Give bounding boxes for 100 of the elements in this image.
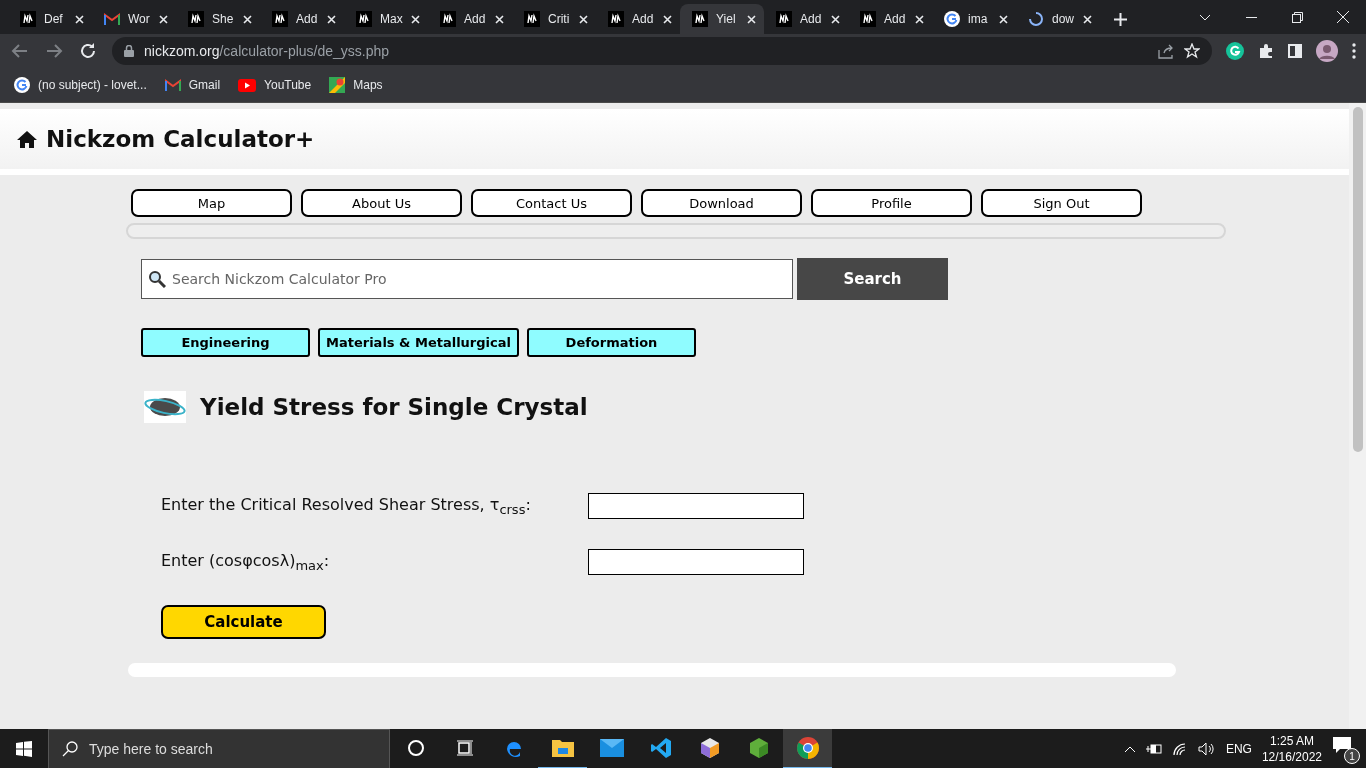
- bookmark-link[interactable]: (no subject) - lovet...: [38, 78, 147, 92]
- browser-tab[interactable]: Add: [260, 4, 344, 34]
- share-icon[interactable]: [1158, 43, 1174, 59]
- calculate-button[interactable]: Calculate: [161, 605, 326, 639]
- browser-tab[interactable]: Add: [428, 4, 512, 34]
- input-field[interactable]: [588, 549, 804, 575]
- notification-icon[interactable]: [1332, 736, 1352, 754]
- site-logo-icon: [608, 11, 624, 27]
- mail-icon[interactable]: [599, 739, 624, 757]
- reload-icon[interactable]: [78, 41, 98, 61]
- site-logo-icon: [272, 11, 288, 27]
- close-icon[interactable]: [915, 14, 924, 24]
- browser-tab[interactable]: Wor: [92, 4, 176, 34]
- browser-tab[interactable]: She: [176, 4, 260, 34]
- wifi-icon[interactable]: [1171, 742, 1188, 756]
- search-button[interactable]: Search: [797, 258, 948, 300]
- taskbar-app[interactable]: [783, 729, 832, 768]
- g-letter-icon: [14, 77, 30, 93]
- bookmark-link[interactable]: YouTube: [264, 78, 312, 92]
- envelope-icon: [104, 13, 120, 25]
- calculator-title: Yield Stress for Single Crystal: [200, 394, 588, 420]
- close-icon[interactable]: [243, 14, 252, 24]
- browser-tab[interactable]: Max: [344, 4, 428, 34]
- nav-button[interactable]: Sign Out: [981, 189, 1142, 217]
- category-link[interactable]: Deformation: [527, 328, 696, 357]
- browser-tab[interactable]: Yiel: [680, 4, 764, 34]
- close-icon[interactable]: [495, 14, 504, 24]
- close-icon[interactable]: [747, 14, 756, 24]
- avatar-icon[interactable]: [1316, 40, 1338, 62]
- windows-logo-icon[interactable]: [16, 741, 32, 757]
- close-icon[interactable]: [999, 14, 1008, 24]
- site-title[interactable]: Nickzom Calculator+: [46, 126, 315, 152]
- folder-icon[interactable]: [550, 738, 575, 758]
- taskbar-search-field[interactable]: Type here to search: [48, 729, 390, 768]
- input-field[interactable]: [588, 493, 804, 519]
- chevron-up-icon[interactable]: [1123, 745, 1136, 753]
- map-pin-icon: [329, 77, 346, 93]
- close-icon[interactable]: [1337, 11, 1349, 23]
- cube-icon[interactable]: [698, 737, 721, 759]
- close-icon[interactable]: [159, 14, 168, 24]
- side-panel-icon[interactable]: [1288, 44, 1302, 58]
- site-logo-icon: [776, 11, 792, 27]
- battery-icon[interactable]: [1145, 744, 1162, 754]
- restore-icon[interactable]: [1291, 11, 1303, 23]
- play-icon: [238, 78, 257, 92]
- category-link[interactable]: Engineering: [141, 328, 310, 357]
- nav-button[interactable]: Profile: [811, 189, 972, 217]
- g-letter-icon: [944, 11, 960, 27]
- scrollbar-thumb[interactable]: [1352, 107, 1363, 452]
- chrome-logo-icon[interactable]: [795, 736, 820, 760]
- field-label: Enter (cosφcosλ)$_{max}$:: [161, 550, 331, 574]
- site-logo-icon: [440, 11, 456, 27]
- nav-button[interactable]: Map: [131, 189, 292, 217]
- nav-button[interactable]: About Us: [301, 189, 462, 217]
- site-logo-icon: [524, 11, 540, 27]
- circle-icon[interactable]: [406, 739, 425, 757]
- site-logo-icon: [860, 11, 876, 27]
- hexagon-icon[interactable]: [747, 737, 770, 759]
- chevron-down-icon[interactable]: [1199, 13, 1211, 21]
- bookmark-link[interactable]: Gmail: [188, 78, 221, 92]
- site-logo-icon: [692, 11, 708, 27]
- g-circle-icon[interactable]: [1226, 42, 1244, 60]
- browser-tab[interactable]: Criti: [512, 4, 596, 34]
- address-bar[interactable]: nickzom.org/calculator-plus/de_yss.php: [112, 37, 1212, 65]
- minimize-icon[interactable]: [1245, 16, 1257, 18]
- lock-icon: [124, 45, 134, 57]
- clock[interactable]: 1:25 AM 12/16/2022: [1261, 733, 1322, 765]
- star-icon[interactable]: [1184, 43, 1200, 59]
- search-icon: [148, 270, 166, 288]
- home-icon[interactable]: [16, 130, 38, 148]
- browser-tab[interactable]: Add: [848, 4, 932, 34]
- code-editor-icon[interactable]: [649, 737, 672, 759]
- site-logo-icon: [356, 11, 372, 27]
- language-indicator[interactable]: ENG: [1225, 742, 1252, 756]
- plus-icon[interactable]: [1113, 12, 1127, 26]
- browser-tab[interactable]: Add: [764, 4, 848, 34]
- nav-button[interactable]: Download: [641, 189, 802, 217]
- close-icon[interactable]: [411, 14, 420, 24]
- close-icon[interactable]: [1083, 14, 1092, 24]
- speaker-icon[interactable]: [1197, 742, 1216, 756]
- browser-tab[interactable]: dow: [1016, 4, 1100, 34]
- planet-icon: [144, 391, 186, 423]
- nav-button[interactable]: Contact Us: [471, 189, 632, 217]
- puzzle-icon[interactable]: [1258, 43, 1274, 59]
- browser-tab[interactable]: Add: [596, 4, 680, 34]
- close-icon[interactable]: [663, 14, 672, 24]
- bookmark-link[interactable]: Maps: [353, 78, 383, 92]
- close-icon[interactable]: [579, 14, 588, 24]
- category-link[interactable]: Materials & Metallurgical: [318, 328, 519, 357]
- envelope-icon: [164, 79, 181, 91]
- field-label: Enter the Critical Resolved Shear Stress, τ$_{crss}$:: [161, 494, 532, 518]
- task-view-icon[interactable]: [455, 739, 474, 757]
- browser-tab[interactable]: Def: [8, 4, 92, 34]
- close-icon[interactable]: [327, 14, 336, 24]
- browser-tab[interactable]: ima: [932, 4, 1016, 34]
- more-menu-icon[interactable]: [1352, 43, 1356, 59]
- close-icon[interactable]: [75, 14, 84, 24]
- close-icon[interactable]: [831, 14, 840, 24]
- search-field[interactable]: Search Nickzom Calculator Pro: [141, 259, 793, 299]
- notification-count: 1: [1344, 748, 1360, 764]
